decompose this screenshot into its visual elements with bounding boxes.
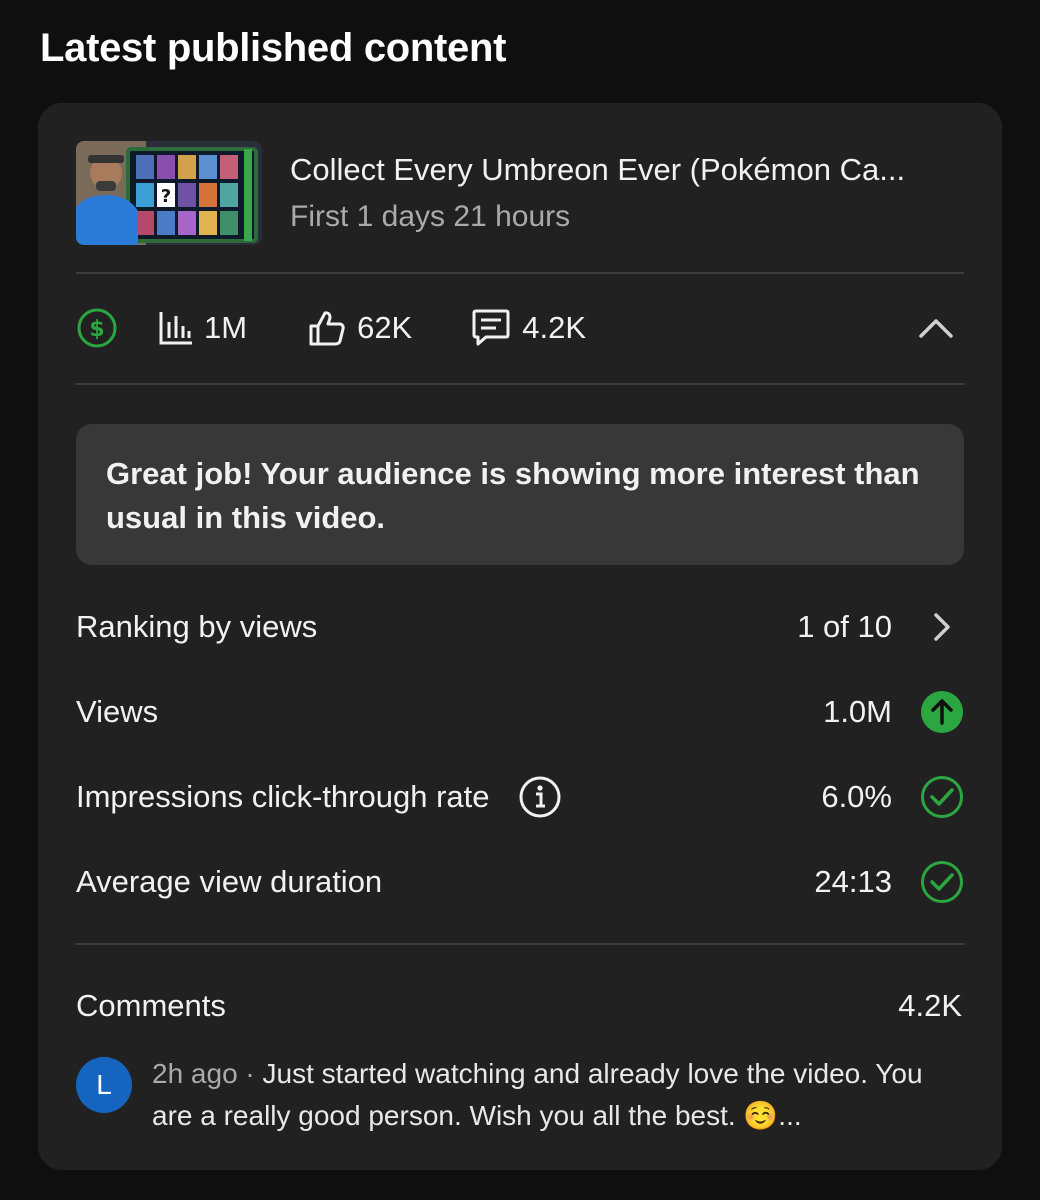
bar-chart-icon [159, 312, 192, 345]
comments-header[interactable]: Comments 4.2K [76, 976, 964, 1036]
video-header[interactable]: ? Collect Every Umbreon Ever (Pokémon Ca… [76, 140, 964, 246]
divider [76, 383, 964, 385]
metric-value: 1 of 10 [797, 609, 892, 644]
check-circle-icon [920, 775, 964, 819]
svg-text:?: ? [161, 186, 171, 207]
monetization-stat: $ [76, 307, 118, 349]
chevron-right-icon[interactable] [920, 605, 964, 649]
collapse-button[interactable] [916, 308, 956, 348]
metric-value: 6.0% [821, 779, 892, 814]
comments-count: 4.2K [522, 310, 587, 345]
metric-label: Views [76, 694, 159, 729]
metric-label: Average view duration [76, 864, 383, 899]
comment-time: 2h ago [152, 1058, 238, 1089]
dollar-icon: $ [77, 308, 117, 348]
metric-average-view-duration: Average view duration 24:13 [76, 852, 964, 912]
comment-text: Just started watching and already love t… [152, 1058, 923, 1131]
views-stat: 1M [158, 310, 247, 346]
metric-ranking-by-views[interactable]: Ranking by views 1 of 10 [76, 597, 964, 657]
metric-label: Impressions click-through rate [76, 779, 490, 814]
stats-row[interactable]: $ 1M 62K 4.2K [76, 273, 964, 383]
section-title: Latest published content [40, 26, 507, 70]
metric-value: 24:13 [814, 864, 892, 899]
video-time-window: First 1 days 21 hours [290, 199, 571, 233]
video-title[interactable]: Collect Every Umbreon Ever (Pokémon Ca..… [290, 150, 905, 190]
likes-count: 62K [357, 310, 413, 345]
insight-message: Great job! Your audience is showing more… [76, 424, 964, 565]
likes-stat: 62K [307, 308, 412, 348]
chevron-up-icon [919, 319, 953, 338]
check-circle-icon [920, 860, 964, 904]
arrow-up-circle-icon [920, 690, 964, 734]
metric-value: 1.0M [823, 694, 892, 729]
info-icon[interactable] [518, 775, 562, 819]
video-thumbnail[interactable]: ? [76, 141, 262, 245]
comments-stat: 4.2K [470, 308, 586, 348]
metric-views: Views 1.0M [76, 682, 964, 742]
latest-comment[interactable]: L 2h ago · Just started watching and alr… [76, 1053, 964, 1137]
divider [76, 943, 964, 945]
metric-impressions-ctr: Impressions click-through rate 6.0% [76, 767, 964, 827]
thumbs-up-icon [309, 311, 345, 346]
comments-total: 4.2K [898, 988, 962, 1023]
comment-separator: · [245, 1058, 255, 1089]
comments-label: Comments [76, 988, 226, 1023]
video-thumbnail-image: ? [76, 141, 262, 245]
svg-text:$: $ [89, 317, 104, 342]
comment-body: 2h ago · Just started watching and alrea… [152, 1053, 932, 1137]
metric-label: Ranking by views [76, 609, 318, 644]
views-count: 1M [204, 310, 248, 345]
comment-icon [472, 309, 510, 346]
avatar[interactable]: L [76, 1057, 132, 1113]
latest-content-card[interactable]: ? Collect Every Umbreon Ever (Pokémon Ca… [38, 103, 1002, 1170]
